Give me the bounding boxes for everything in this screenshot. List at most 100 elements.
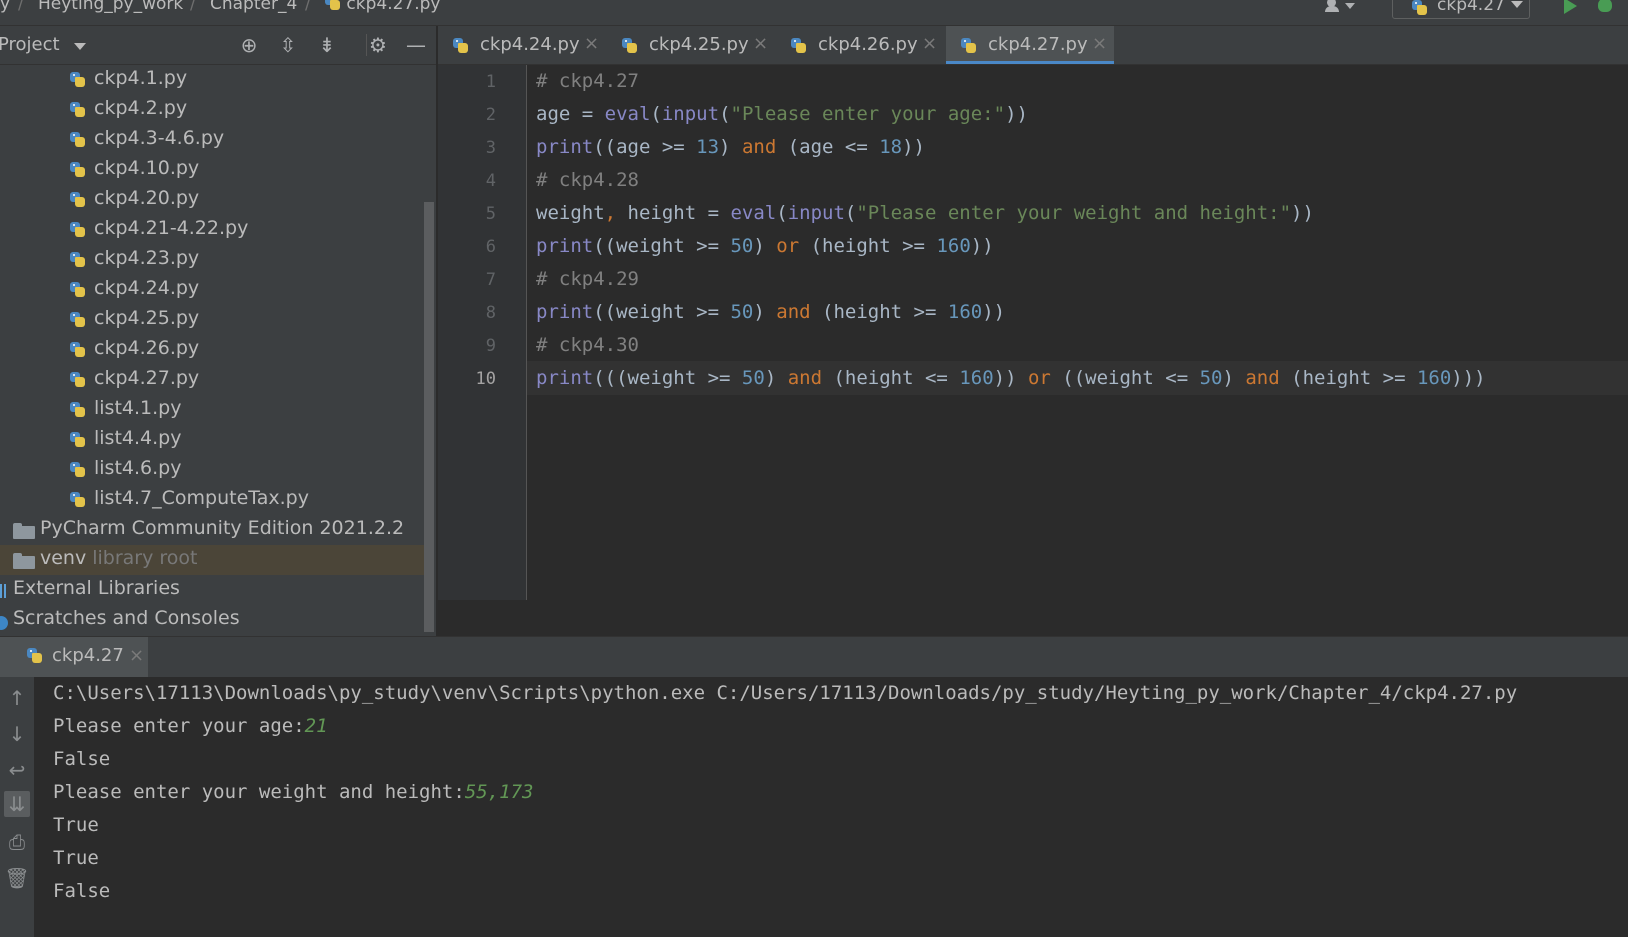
- python-file-icon: [69, 311, 86, 329]
- tree-file-list4-4[interactable]: list4.4.py: [0, 425, 436, 455]
- arrow-up-icon[interactable]: ↑: [4, 685, 30, 711]
- tree-file-label: list4.4.py: [94, 427, 182, 449]
- tree-file-list4-6[interactable]: list4.6.py: [0, 455, 436, 485]
- code-line-4: # ckp4.28: [536, 169, 639, 191]
- user-icon[interactable]: [1325, 0, 1357, 16]
- project-scrollbar[interactable]: [424, 202, 434, 632]
- project-view-selector[interactable]: Project: [0, 34, 60, 55]
- breadcrumb-chapter[interactable]: Chapter_4: [210, 0, 297, 14]
- tree-external-libraries[interactable]: External Libraries: [0, 575, 436, 605]
- tab-ckp4-26[interactable]: ckp4.26.py ×: [776, 26, 937, 64]
- python-file-icon: [452, 37, 469, 55]
- python-file-icon: [69, 221, 86, 239]
- print-icon[interactable]: ⎙: [4, 829, 30, 855]
- python-file-icon: [69, 341, 86, 359]
- breadcrumb-heyting-py-work[interactable]: Heyting_py_work: [38, 0, 183, 14]
- tree-file-label: list4.1.py: [94, 397, 182, 419]
- console-line: Please enter your age:21: [53, 715, 328, 737]
- tree-file-label: list4.7_ComputeTax.py: [94, 487, 309, 509]
- tree-file-ckp4-21[interactable]: ckp4.21-4.22.py: [0, 215, 436, 245]
- soft-wrap-icon[interactable]: ↩: [4, 757, 30, 783]
- code-editor[interactable]: 1 2 3 4 5 6 7 8 9 10 # ckp4.27 age = eva…: [438, 65, 1628, 600]
- line-number: 3: [485, 138, 496, 158]
- tree-file-ckp4-1[interactable]: ckp4.1.py: [0, 65, 436, 95]
- run-icon[interactable]: [1564, 0, 1577, 14]
- debug-icon[interactable]: [1598, 0, 1612, 12]
- chevron-down-icon[interactable]: [74, 43, 86, 50]
- gear-icon[interactable]: ⚙: [366, 34, 389, 56]
- python-file-icon: [69, 371, 86, 389]
- tree-file-ckp4-27[interactable]: ckp4.27.py: [0, 365, 436, 395]
- trash-icon[interactable]: 🗑: [4, 865, 30, 891]
- run-console[interactable]: C:\Users\17113\Downloads\py_study\venv\S…: [34, 677, 1628, 937]
- python-file-icon: [69, 161, 86, 179]
- tree-file-label: ckp4.1.py: [94, 67, 188, 89]
- close-icon[interactable]: ×: [753, 33, 768, 54]
- tree-file-ckp4-10[interactable]: ckp4.10.py: [0, 155, 436, 185]
- hide-icon[interactable]: —: [405, 34, 427, 56]
- breadcrumb-file[interactable]: ckp4.27.py: [324, 0, 441, 14]
- tree-file-label: list4.6.py: [94, 457, 182, 479]
- close-icon[interactable]: ×: [1092, 33, 1107, 54]
- run-tool-window-header: ckp4.27 ×: [0, 636, 1628, 678]
- collapse-all-icon[interactable]: ⇟: [316, 34, 338, 56]
- tree-folder-pycharm[interactable]: PyCharm Community Edition 2021.2.2: [0, 515, 436, 545]
- folder-icon: [13, 523, 35, 539]
- line-number-current: 10: [475, 369, 496, 389]
- tree-file-label: ckp4.10.py: [94, 157, 200, 179]
- run-tab-label: ckp4.27: [52, 645, 124, 666]
- tree-file-ckp4-24[interactable]: ckp4.24.py: [0, 275, 436, 305]
- tab-ckp4-25[interactable]: ckp4.25.py ×: [607, 26, 768, 64]
- tree-file-label: ckp4.21-4.22.py: [94, 217, 249, 239]
- console-prompt: Please enter your weight and height:: [53, 781, 465, 803]
- code-line-6: print((weight >= 50) or (height >= 160)): [536, 235, 994, 257]
- code-line-9: # ckp4.30: [536, 334, 639, 356]
- arrow-down-icon[interactable]: ↓: [4, 721, 30, 747]
- line-number: 1: [485, 72, 496, 92]
- tree-file-ckp4-26[interactable]: ckp4.26.py: [0, 335, 436, 365]
- code-line-2: age = eval(input("Please enter your age:…: [536, 103, 1028, 125]
- tree-scratches[interactable]: Scratches and Consoles: [0, 605, 436, 635]
- tree-file-list4-7[interactable]: list4.7_ComputeTax.py: [0, 485, 436, 515]
- tab-ckp4-27[interactable]: ckp4.27.py ×: [946, 26, 1114, 64]
- python-file-icon: [790, 37, 807, 55]
- project-panel-header: Project ⊕ ⇳ ⇟ ⚙ —: [0, 26, 436, 65]
- scroll-to-end-icon[interactable]: ⇊: [4, 791, 30, 817]
- tree-file-ckp4-3[interactable]: ckp4.3-4.6.py: [0, 125, 436, 155]
- close-icon[interactable]: ×: [584, 33, 599, 54]
- run-configuration-label: ckp4.27: [1437, 0, 1505, 15]
- tree-file-ckp4-20[interactable]: ckp4.20.py: [0, 185, 436, 215]
- project-tree: ckp4.1.py ckp4.2.py ckp4.3-4.6.py ckp4.1…: [0, 65, 436, 636]
- tree-file-ckp4-2[interactable]: ckp4.2.py: [0, 95, 436, 125]
- expand-all-icon[interactable]: ⇳: [277, 34, 299, 56]
- python-file-icon: [69, 431, 86, 449]
- tree-file-label: ckp4.24.py: [94, 277, 200, 299]
- console-command-line: C:\Users\17113\Downloads\py_study\venv\S…: [53, 682, 1518, 704]
- breadcrumb-project[interactable]: y: [0, 0, 10, 14]
- console-user-input: 55,173: [464, 781, 534, 803]
- folder-icon: [13, 553, 35, 569]
- editor-tab-bar: ckp4.24.py × ckp4.25.py × ckp4.26.py × c…: [438, 26, 1628, 65]
- tree-file-ckp4-23[interactable]: ckp4.23.py: [0, 245, 436, 275]
- close-icon[interactable]: ×: [922, 33, 937, 54]
- tab-label: ckp4.26.py: [818, 34, 918, 55]
- python-file-icon: [69, 131, 86, 149]
- breadcrumb-separator: /: [305, 0, 311, 14]
- tree-folder-label: PyCharm Community Edition 2021.2.2: [40, 517, 405, 539]
- breadcrumb-file-label: ckp4.27.py: [346, 0, 441, 14]
- python-file-icon: [69, 491, 86, 509]
- tree-file-ckp4-25[interactable]: ckp4.25.py: [0, 305, 436, 335]
- run-tab-ckp4-27[interactable]: ckp4.27 ×: [0, 637, 148, 677]
- python-file-icon: [324, 0, 341, 12]
- tab-ckp4-24[interactable]: ckp4.24.py ×: [438, 26, 599, 64]
- line-number: 7: [485, 270, 496, 290]
- tree-folder-venv[interactable]: venv library root: [0, 545, 425, 575]
- run-configuration-select[interactable]: ckp4.27: [1392, 0, 1530, 19]
- close-icon[interactable]: ×: [129, 645, 144, 666]
- code-line-1: # ckp4.27: [536, 70, 639, 92]
- console-output: False: [53, 748, 111, 770]
- tree-file-label: ckp4.2.py: [94, 97, 188, 119]
- locate-icon[interactable]: ⊕: [238, 34, 260, 56]
- tree-file-list4-1[interactable]: list4.1.py: [0, 395, 436, 425]
- tree-file-label: ckp4.26.py: [94, 337, 200, 359]
